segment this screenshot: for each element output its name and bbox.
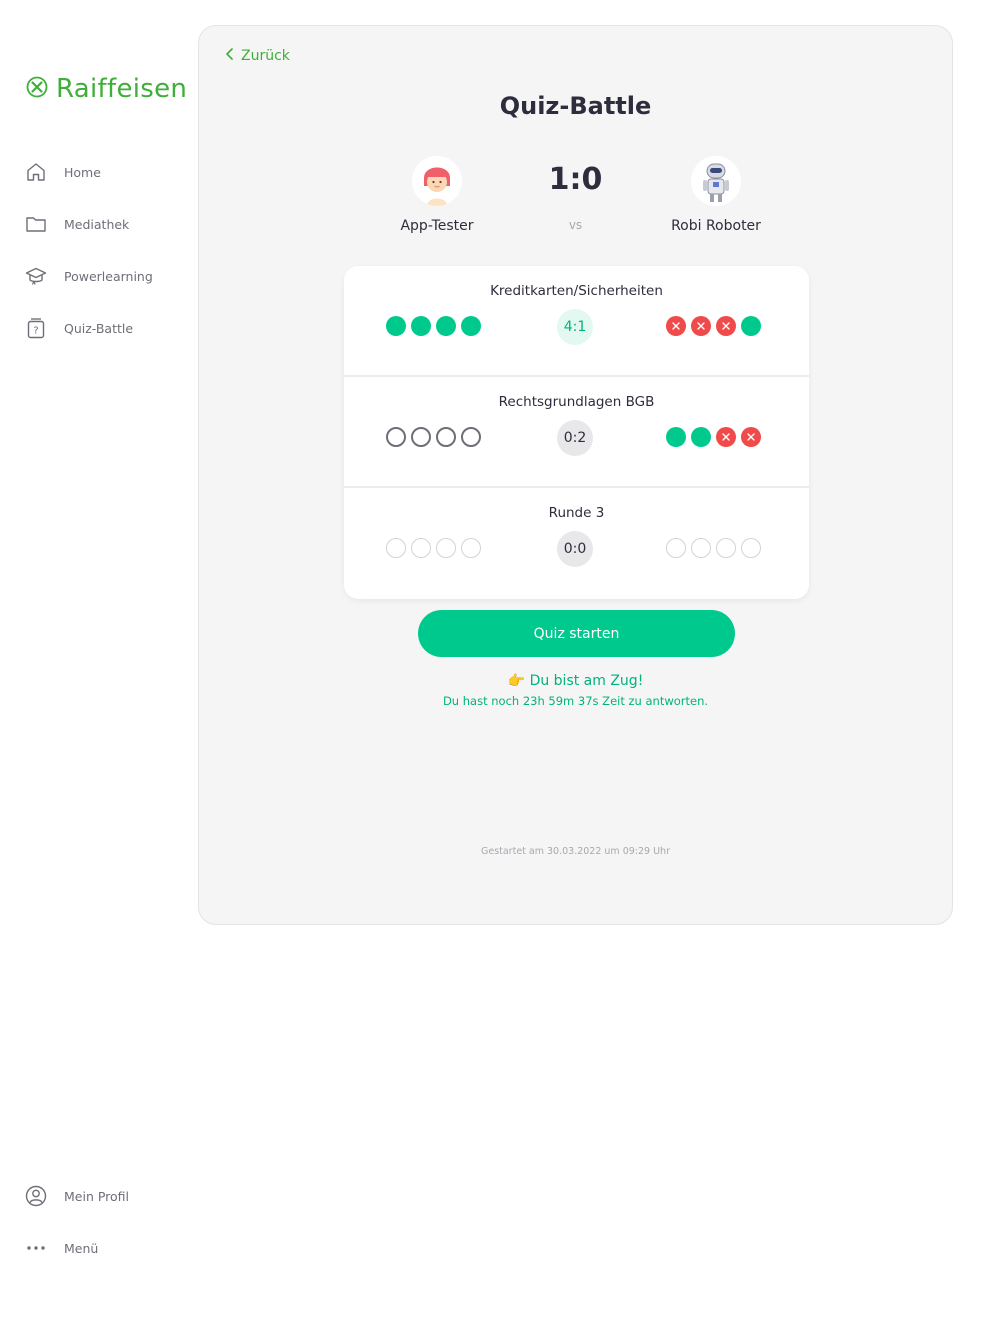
round-answers-left xyxy=(386,427,481,447)
answer-pending xyxy=(386,538,406,558)
quiz-battle-panel: Zurück Quiz-Battle App-Tester 1:0 vs Rob… xyxy=(198,25,953,925)
round-row: Rechtsgrundlagen BGB 0:2 xyxy=(344,377,809,488)
sidebar-item-label: Quiz-Battle xyxy=(64,320,134,336)
answer-pending xyxy=(461,538,481,558)
answer-empty xyxy=(411,427,431,447)
answer-pending xyxy=(741,538,761,558)
start-quiz-button[interactable]: Quiz starten xyxy=(418,610,735,657)
answer-pending xyxy=(436,538,456,558)
folder-icon xyxy=(24,212,48,236)
sidebar-item-label: Home xyxy=(64,164,101,180)
started-timestamp: Gestartet am 30.03.2022 um 09:29 Uhr xyxy=(480,846,670,857)
round-score: 0:0 xyxy=(557,531,593,567)
sidebar-nav: Home Mediathek Powerlearning ? Quiz-Batt… xyxy=(24,146,194,354)
vs-label: vs xyxy=(568,218,583,232)
round-answers-right xyxy=(666,316,761,336)
round-row: Kreditkarten/Sicherheiten 4:1 xyxy=(344,266,809,377)
round-answers-left xyxy=(386,316,481,336)
sidebar-item-label: Mein Profil xyxy=(64,1188,130,1204)
quiz-icon: ? xyxy=(24,316,48,340)
answer-correct xyxy=(386,316,406,336)
sidebar-item-label: Mediathek xyxy=(64,216,130,232)
turn-text: Du bist am Zug! xyxy=(529,673,644,689)
page-title: Quiz-Battle xyxy=(499,92,652,120)
sidebar-item-powerlearning[interactable]: Powerlearning xyxy=(24,250,194,302)
x-mark-icon xyxy=(722,433,730,441)
more-dots-icon xyxy=(24,1236,48,1260)
raiffeisen-cross-icon xyxy=(26,76,48,102)
round-row: Runde 3 0:0 xyxy=(344,488,809,599)
answer-wrong xyxy=(691,316,711,336)
x-mark-icon xyxy=(747,433,755,441)
brand-name: Raiffeisen xyxy=(56,74,188,104)
x-mark-icon xyxy=(672,322,680,330)
rounds-card: Kreditkarten/Sicherheiten 4:1 Rechtsgrun… xyxy=(344,266,809,599)
svg-text:?: ? xyxy=(33,326,38,337)
back-label: Zurück xyxy=(241,48,290,64)
pointing-hand-icon: 👉 xyxy=(507,673,526,689)
answer-pending xyxy=(691,538,711,558)
answer-empty xyxy=(461,427,481,447)
sidebar-item-label: Menü xyxy=(64,1240,99,1256)
match-score: 1:0 xyxy=(548,162,603,197)
answer-correct xyxy=(461,316,481,336)
x-mark-icon xyxy=(697,322,705,330)
home-icon xyxy=(24,160,48,184)
answer-wrong xyxy=(666,316,686,336)
sidebar-item-home[interactable]: Home xyxy=(24,146,194,198)
answer-correct xyxy=(691,427,711,447)
answer-correct xyxy=(666,427,686,447)
answer-correct xyxy=(436,316,456,336)
sidebar-item-menu[interactable]: Menü xyxy=(24,1222,194,1274)
back-link[interactable]: Zurück xyxy=(225,48,290,64)
time-remaining: Du hast noch 23h 59m 37s Zeit zu antwort… xyxy=(442,694,709,708)
round-answers-right xyxy=(666,427,761,447)
answer-pending xyxy=(411,538,431,558)
sidebar-item-mediathek[interactable]: Mediathek xyxy=(24,198,194,250)
player-right: Robi Roboter xyxy=(636,156,796,234)
user-circle-icon xyxy=(24,1184,48,1208)
round-title: Runde 3 xyxy=(548,505,605,521)
sidebar-bottom-nav: Mein Profil Menü xyxy=(24,1170,194,1274)
chevron-left-icon xyxy=(225,48,235,64)
round-title: Kreditkarten/Sicherheiten xyxy=(490,283,663,299)
round-title: Rechtsgrundlagen BGB xyxy=(498,394,655,410)
graduation-cap-icon xyxy=(24,264,48,288)
turn-status: 👉 Du bist am Zug! xyxy=(199,673,952,689)
answer-pending xyxy=(716,538,736,558)
answer-wrong xyxy=(716,316,736,336)
brand-logo[interactable]: Raiffeisen xyxy=(26,74,187,104)
player-right-name: Robi Roboter xyxy=(671,218,761,234)
round-answers-right xyxy=(666,538,761,558)
round-score: 0:2 xyxy=(557,420,593,456)
sidebar-item-quiz-battle[interactable]: ? Quiz-Battle xyxy=(24,302,194,354)
answer-correct xyxy=(411,316,431,336)
answer-wrong xyxy=(716,427,736,447)
answer-empty xyxy=(386,427,406,447)
robot-avatar xyxy=(691,156,741,206)
answer-pending xyxy=(666,538,686,558)
answer-wrong xyxy=(741,427,761,447)
answer-correct xyxy=(741,316,761,336)
round-answers-left xyxy=(386,538,481,558)
x-mark-icon xyxy=(722,322,730,330)
round-score: 4:1 xyxy=(557,309,593,345)
sidebar-item-label: Powerlearning xyxy=(64,268,153,284)
sidebar-item-profile[interactable]: Mein Profil xyxy=(24,1170,194,1222)
answer-empty xyxy=(436,427,456,447)
